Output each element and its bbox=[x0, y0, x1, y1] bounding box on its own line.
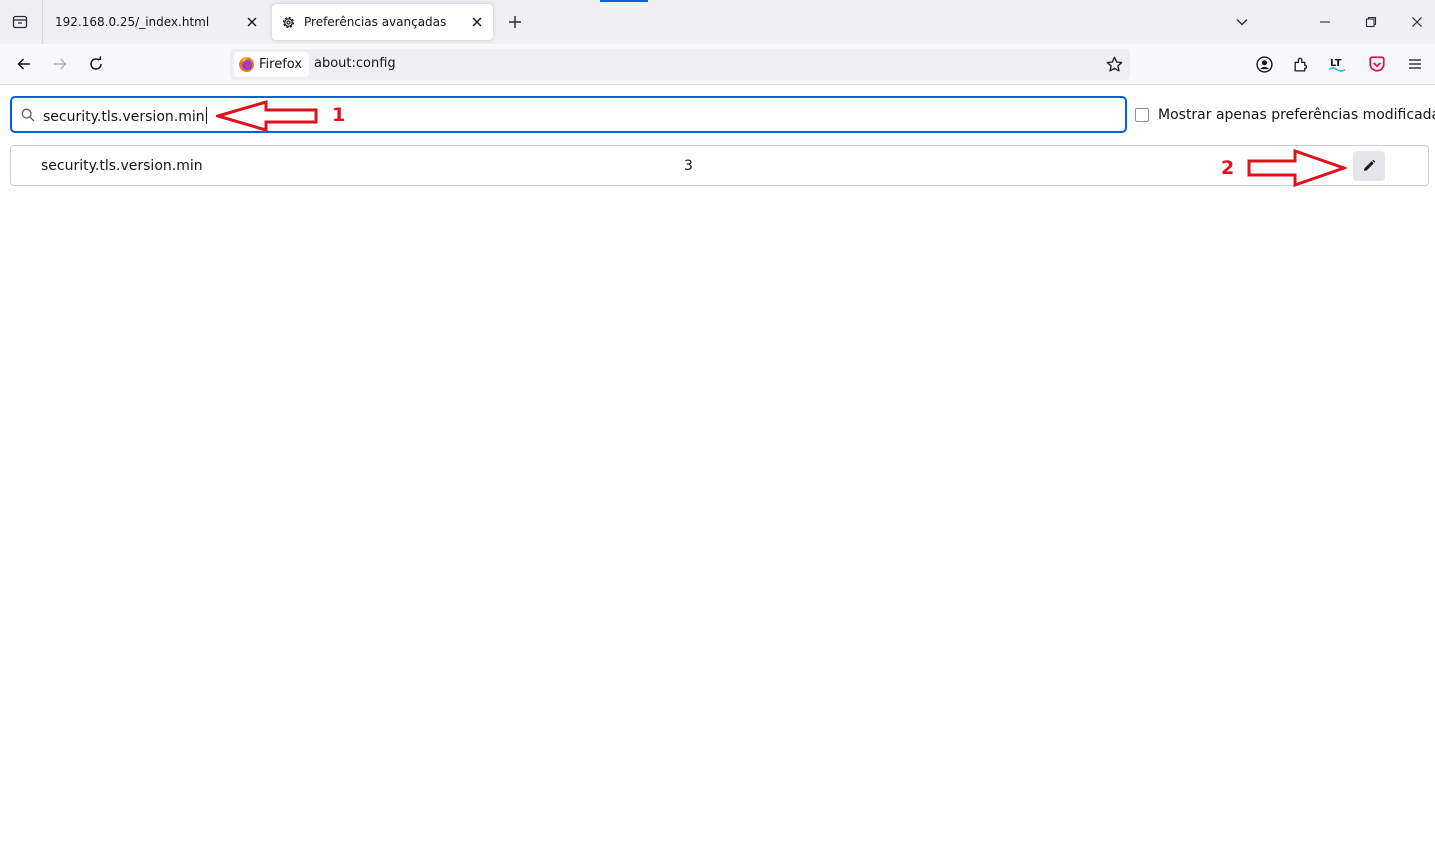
show-modified-only-label: Mostrar apenas preferências modificadas bbox=[1158, 107, 1435, 123]
close-icon bbox=[472, 17, 482, 27]
tab-list-button[interactable] bbox=[6, 8, 34, 36]
account-button[interactable] bbox=[1251, 51, 1277, 77]
identity-label: Firefox bbox=[259, 57, 303, 72]
maximize-button[interactable] bbox=[1356, 8, 1386, 36]
minimize-button[interactable] bbox=[1310, 8, 1340, 36]
arrow-right-annotation bbox=[1247, 148, 1347, 188]
search-value-text: security.tls.version.min bbox=[43, 109, 205, 125]
reload-button[interactable] bbox=[82, 50, 110, 78]
star-icon bbox=[1106, 56, 1122, 72]
address-bar[interactable]: Firefox about:config bbox=[230, 49, 1130, 80]
tab-index-html[interactable]: 192.168.0.25/_index.html bbox=[45, 4, 268, 40]
minimize-icon bbox=[1320, 21, 1330, 23]
extensions-button[interactable] bbox=[1287, 51, 1313, 77]
search-icon bbox=[21, 108, 35, 122]
preference-row: security.tls.version.min 3 bbox=[10, 145, 1429, 186]
search-input-value: security.tls.version.min bbox=[43, 107, 207, 125]
tab-close-button[interactable] bbox=[242, 12, 262, 32]
tab-favicon bbox=[280, 14, 296, 30]
search-input[interactable]: security.tls.version.min bbox=[10, 96, 1127, 133]
tab-close-button[interactable] bbox=[467, 12, 487, 32]
firefox-logo-icon bbox=[239, 57, 254, 72]
account-icon bbox=[1255, 55, 1273, 73]
reload-icon bbox=[90, 56, 102, 70]
plus-icon bbox=[509, 16, 521, 28]
extensions-icon bbox=[1294, 57, 1307, 72]
tab-separator bbox=[42, 0, 43, 44]
maximize-icon bbox=[1365, 16, 1377, 28]
show-modified-only-checkbox[interactable] bbox=[1135, 108, 1149, 122]
forward-button[interactable] bbox=[46, 50, 74, 78]
back-arrow-icon bbox=[17, 58, 30, 70]
annotation-number-1: 1 bbox=[332, 104, 346, 126]
tab-list-icon bbox=[12, 15, 28, 29]
navigation-toolbar: Firefox about:config LT bbox=[0, 44, 1435, 85]
chevron-down-icon bbox=[1236, 19, 1248, 26]
identity-box[interactable]: Firefox bbox=[234, 52, 310, 77]
app-menu-button[interactable] bbox=[1402, 51, 1428, 77]
list-all-tabs-button[interactable] bbox=[1227, 8, 1257, 36]
bookmark-star-button[interactable] bbox=[1104, 54, 1124, 74]
show-modified-only-toggle[interactable]: Mostrar apenas preferências modificadas bbox=[1135, 107, 1435, 123]
pencil-icon bbox=[1364, 159, 1376, 171]
text-caret bbox=[205, 107, 207, 124]
languagetool-button[interactable]: LT bbox=[1324, 51, 1350, 77]
edit-button[interactable] bbox=[1353, 151, 1385, 181]
pocket-extension-button[interactable] bbox=[1364, 51, 1390, 77]
window-close-icon bbox=[1412, 17, 1422, 27]
menu-icon bbox=[1409, 59, 1421, 69]
tab-strip: 192.168.0.25/_index.html Preferências av… bbox=[0, 0, 1435, 44]
tab-title: Preferências avançadas bbox=[304, 15, 447, 29]
preference-value: 3 bbox=[684, 158, 693, 174]
window-close-button[interactable] bbox=[1402, 8, 1432, 36]
tab-advanced-preferences[interactable]: Preferências avançadas bbox=[272, 4, 493, 40]
pocket-icon bbox=[1369, 56, 1385, 72]
tab-title: 192.168.0.25/_index.html bbox=[55, 15, 210, 29]
url-text[interactable]: about:config bbox=[314, 56, 396, 71]
arrow-left-annotation bbox=[216, 100, 318, 132]
close-icon bbox=[247, 17, 257, 27]
annotation-number-2: 2 bbox=[1221, 157, 1235, 179]
new-tab-button[interactable] bbox=[503, 8, 527, 36]
tab-strip-accent bbox=[600, 0, 648, 2]
forward-arrow-icon bbox=[54, 58, 67, 70]
gear-icon bbox=[282, 16, 294, 28]
preference-name: security.tls.version.min bbox=[41, 158, 203, 174]
languagetool-icon: LT bbox=[1328, 58, 1346, 72]
back-button[interactable] bbox=[10, 50, 38, 78]
